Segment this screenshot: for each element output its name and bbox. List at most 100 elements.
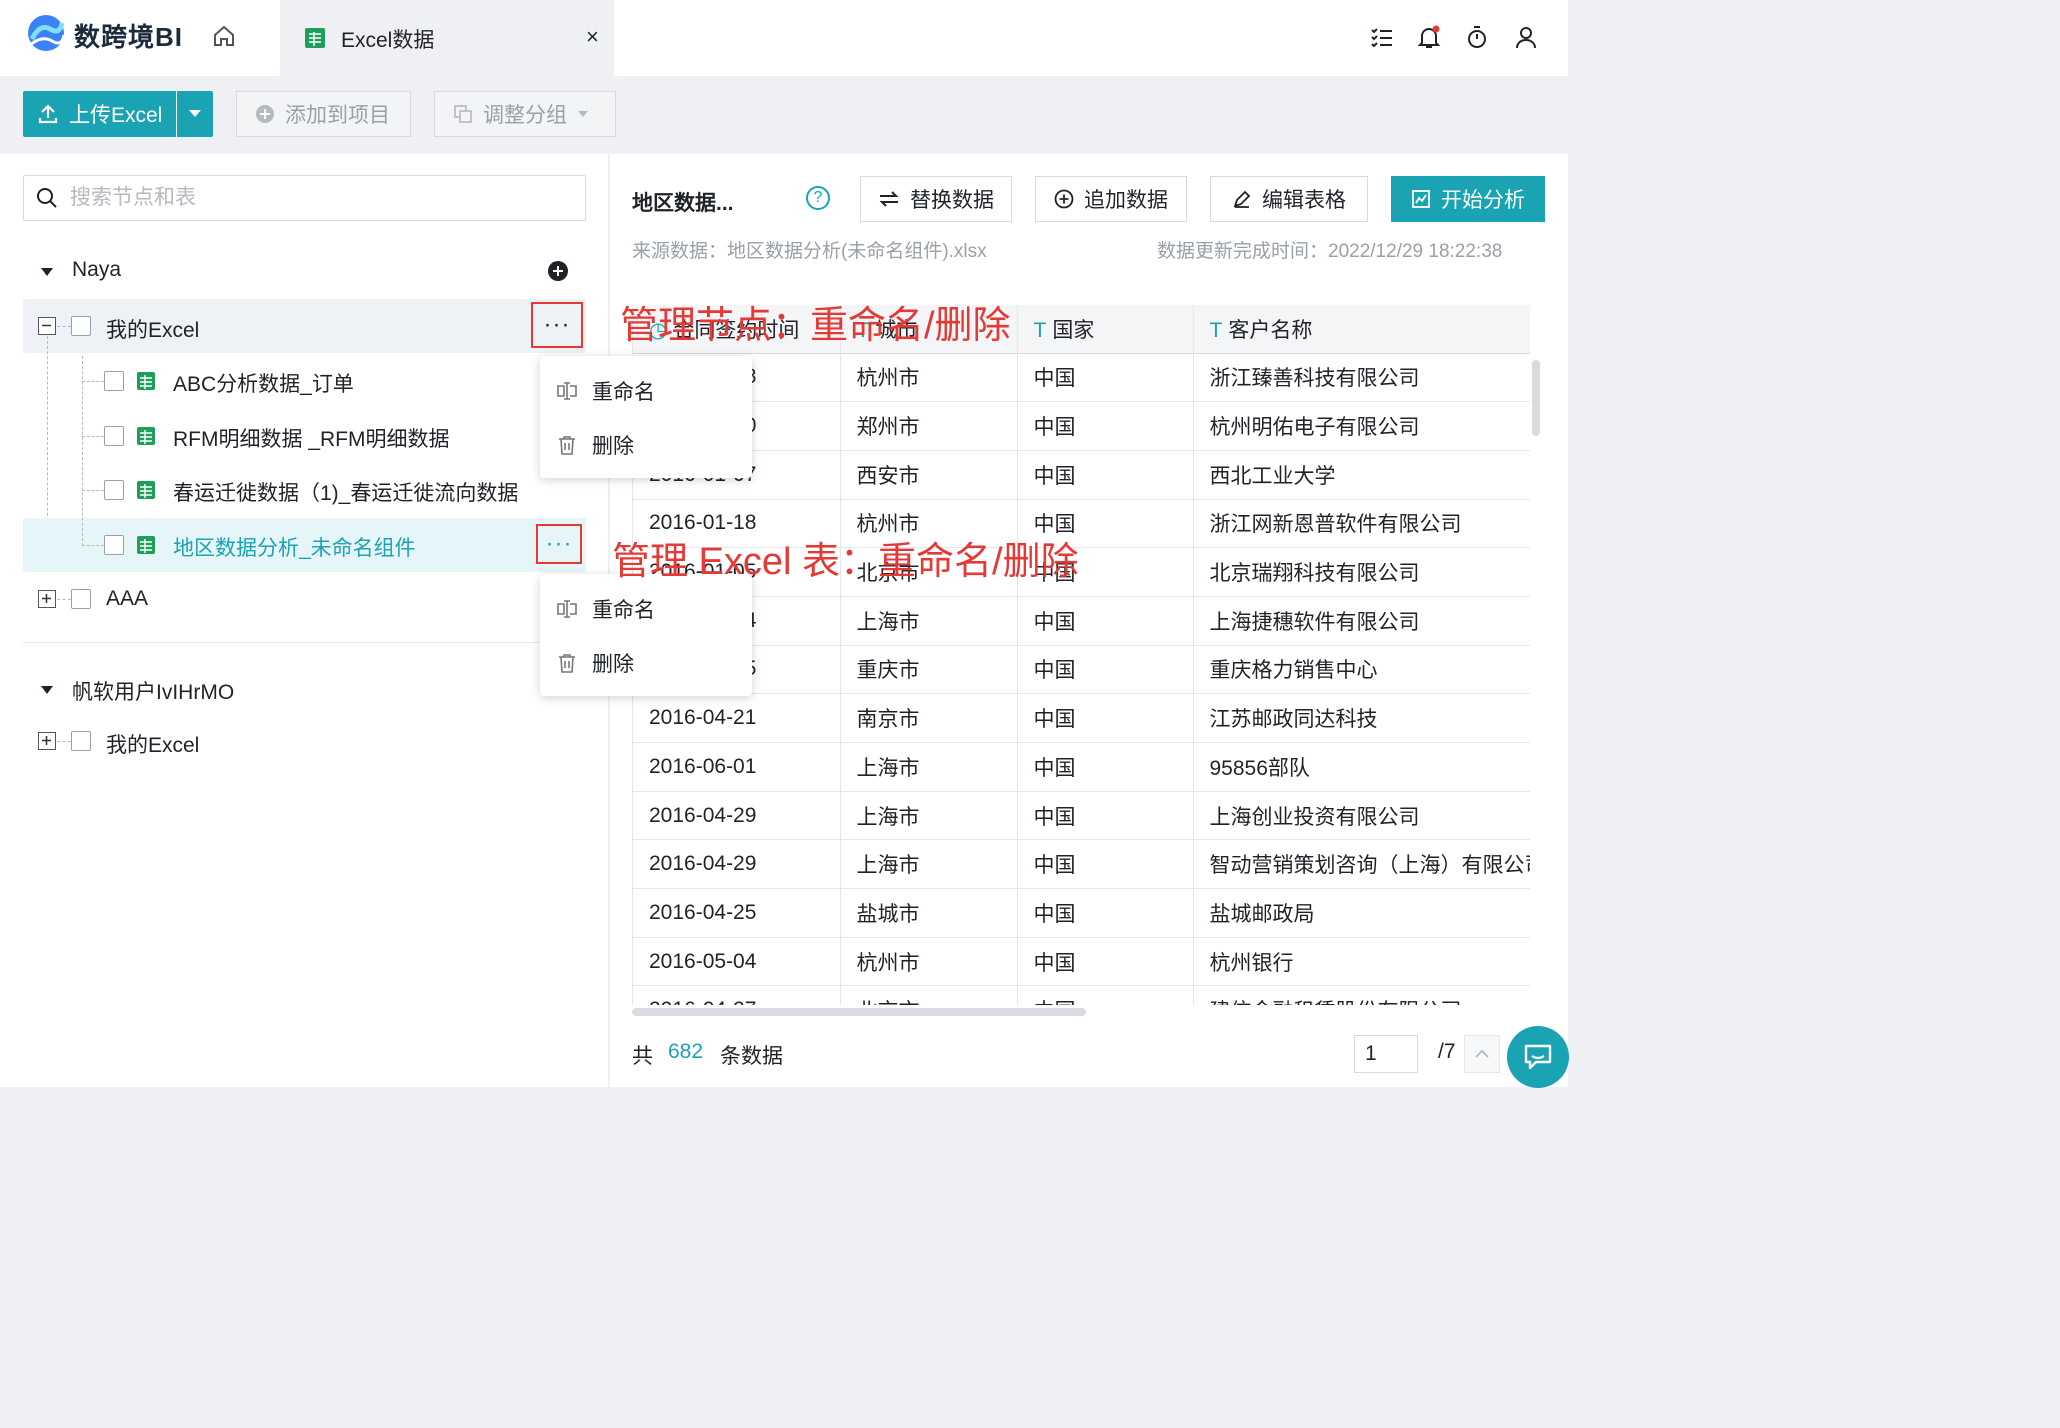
node-label[interactable]: AAA: [106, 587, 148, 611]
table-row[interactable]: 2016-01-20郑州市中国杭州明佑电子有限公司: [633, 401, 1530, 451]
add-to-project-label: 添加到项目: [285, 104, 390, 127]
delete-label: 删除: [592, 653, 634, 676]
item-checkbox[interactable]: [104, 480, 124, 500]
column-label: 国家: [1052, 318, 1095, 342]
node-checkbox[interactable]: [71, 589, 91, 609]
caret-down-icon: [578, 111, 588, 117]
add-node-icon[interactable]: [547, 260, 569, 287]
collapse-caret-icon[interactable]: [40, 264, 54, 282]
table-row[interactable]: 2016-01-07西安市中国西北工业大学: [633, 450, 1530, 500]
table-cell: 2016-05-04: [633, 937, 841, 987]
annotation-manage-node: 管理节点：重命名/删除: [620, 305, 1011, 347]
tab-excel-data[interactable]: [280, 0, 614, 76]
table-cell: 2016-04-29: [633, 791, 841, 841]
user-icon[interactable]: [1513, 24, 1539, 50]
table-row[interactable]: 2016-03-24上海市中国上海捷穗软件有限公司: [633, 596, 1530, 646]
logo-icon: [26, 13, 66, 53]
start-analysis-button[interactable]: 开始分析: [1391, 176, 1545, 222]
tab-close-button[interactable]: ×: [586, 24, 599, 50]
table-cell: 中国: [1017, 693, 1194, 743]
table-item-label[interactable]: ABC分析数据_订单: [173, 368, 354, 398]
replace-data-button[interactable]: 替换数据: [860, 176, 1012, 222]
table-cell: 江苏邮政同达科技: [1193, 693, 1530, 743]
upload-dropdown-button[interactable]: [177, 91, 213, 137]
upload-excel-button[interactable]: 上传Excel: [23, 91, 176, 137]
collapse-toggle-icon[interactable]: [38, 317, 56, 335]
item-checkbox[interactable]: [104, 535, 124, 555]
tree-connector: [57, 326, 71, 327]
table-row[interactable]: 2016-06-01 上海市 中国 95856部队: [633, 742, 1530, 792]
table-row[interactable]: 2016-04-29 上海市 中国 智动营销策划咨询（上海）有限公司: [633, 839, 1530, 890]
page-number-input[interactable]: 1: [1354, 1035, 1418, 1073]
rename-label: 重命名: [592, 381, 655, 404]
node-context-menu: 重命名 删除: [540, 356, 752, 478]
tree-connector: [82, 436, 104, 437]
column-header[interactable]: T 客户名称: [1193, 305, 1530, 354]
collapse-caret-icon[interactable]: [40, 682, 54, 700]
page-prev-button[interactable]: [1464, 1035, 1500, 1073]
table-cell: 浙江臻善科技有限公司: [1193, 353, 1530, 403]
node-label[interactable]: 我的Excel: [106, 314, 199, 344]
table-row[interactable]: 2016-04-29 上海市 中国 上海创业投资有限公司: [633, 791, 1530, 841]
source-file-text: 来源数据：地区数据分析(未命名组件).xlsx: [632, 241, 987, 262]
table-cell: 盐城市: [840, 888, 1018, 938]
rename-menu-item[interactable]: 重命名: [556, 594, 655, 624]
timer-icon[interactable]: [1464, 24, 1490, 50]
table-item-label[interactable]: 春运迁徙数据（1)_春运迁徙流向数据: [173, 477, 518, 507]
item-checkbox[interactable]: [104, 371, 124, 391]
search-input[interactable]: [70, 186, 550, 210]
node-checkbox[interactable]: [71, 316, 91, 336]
table-row[interactable]: 2016-01-18杭州市中国浙江臻善科技有限公司: [633, 353, 1530, 403]
column-label: 客户名称: [1228, 318, 1313, 342]
table-cell: 上海市: [840, 839, 1018, 890]
table-row[interactable]: 2016-05-04 杭州市 中国 杭州银行: [633, 937, 1530, 987]
excel-file-icon: [304, 27, 326, 49]
notification-bell-icon[interactable]: [1416, 24, 1442, 50]
table-more-button[interactable]: ···: [536, 524, 582, 564]
table-row[interactable]: 2016-04-27北京市中国建信金融租赁股份有限公司: [633, 985, 1530, 1005]
chat-support-button[interactable]: [1507, 1026, 1569, 1088]
data-table: ◷合同签约时间 T城市 T国家 T客户名称 2016-01-18杭州市中国浙江臻…: [632, 305, 1530, 1005]
table-cell: 2016-04-25: [633, 888, 841, 938]
tab-label[interactable]: Excel数据: [341, 24, 434, 54]
edit-table-button[interactable]: 编辑表格: [1210, 176, 1368, 222]
chat-icon: [1524, 1044, 1552, 1070]
table-cell: 建信金融租赁股份有限公司: [1193, 985, 1530, 1005]
append-data-button[interactable]: 追加数据: [1035, 176, 1187, 222]
rename-label: 重命名: [592, 599, 655, 622]
help-icon[interactable]: ?: [806, 186, 830, 210]
delete-menu-item[interactable]: 删除: [556, 430, 634, 460]
table-item-label[interactable]: RFM明细数据 _RFM明细数据: [173, 423, 450, 453]
upload-excel-label: 上传Excel: [69, 104, 163, 127]
column-header[interactable]: T 国家: [1017, 305, 1194, 354]
node-label[interactable]: 我的Excel: [106, 729, 199, 759]
table-item-label-selected[interactable]: 地区数据分析_未命名组件: [173, 532, 416, 562]
group-title-user[interactable]: 帆软用户IvIHrMO: [72, 676, 234, 706]
horizontal-scrollbar[interactable]: [632, 1008, 1086, 1016]
home-icon[interactable]: [210, 22, 238, 50]
upload-icon: [38, 104, 58, 124]
tree-connector: [82, 490, 104, 491]
adjust-group-label: 调整分组: [483, 104, 567, 127]
node-more-button[interactable]: ···: [531, 302, 583, 348]
add-to-project-button[interactable]: 添加到项目: [236, 91, 411, 137]
delete-menu-item[interactable]: 删除: [556, 648, 634, 678]
edit-table-label: 编辑表格: [1262, 189, 1346, 212]
node-checkbox[interactable]: [71, 731, 91, 751]
table-row[interactable]: 2016-04-25 盐城市 中国 盐城邮政局: [633, 888, 1530, 938]
item-checkbox[interactable]: [104, 426, 124, 446]
table-row[interactable]: 2016-04-21 南京市 中国 江苏邮政同达科技: [633, 693, 1530, 743]
group-title-naya[interactable]: Naya: [72, 258, 121, 282]
table-row[interactable]: 2016-04-15重庆市中国重庆格力销售中心: [633, 645, 1530, 695]
adjust-group-button[interactable]: 调整分组: [434, 91, 616, 137]
search-box[interactable]: [23, 175, 586, 221]
total-suffix: 条数据: [720, 1045, 783, 1068]
rename-icon: [557, 600, 577, 618]
expand-toggle-icon[interactable]: [38, 590, 56, 608]
task-list-icon[interactable]: [1369, 24, 1395, 50]
vertical-scrollbar[interactable]: [1532, 360, 1540, 436]
expand-toggle-icon[interactable]: [38, 732, 56, 750]
left-panel: [0, 154, 608, 1087]
rename-menu-item[interactable]: 重命名: [556, 376, 655, 406]
table-cell: 北京市: [840, 985, 1018, 1005]
